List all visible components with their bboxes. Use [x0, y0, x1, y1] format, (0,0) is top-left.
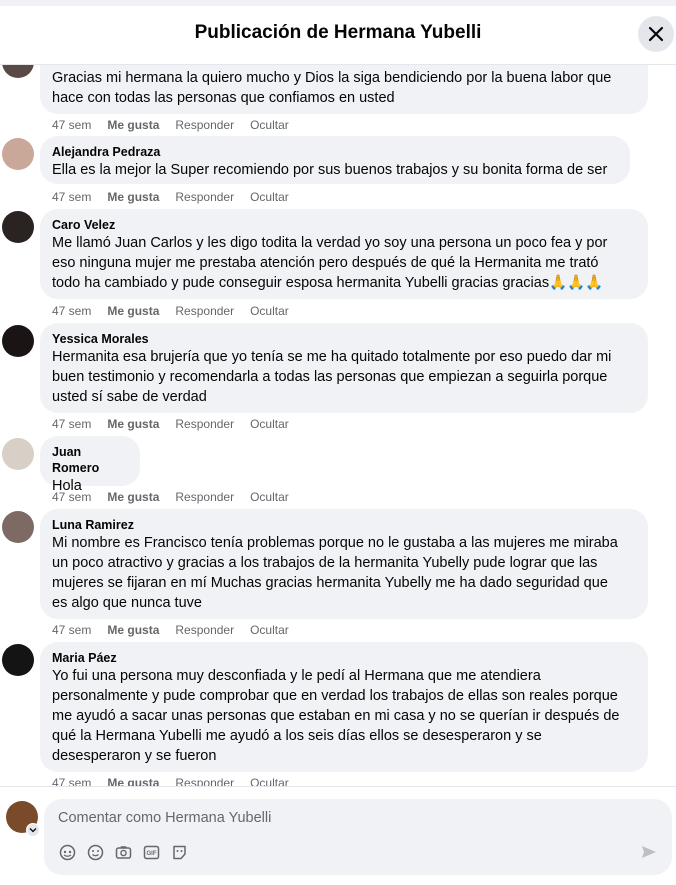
avatar[interactable] [2, 64, 34, 78]
comment-text: buen testimonio y recomendarla a todas l… [52, 369, 608, 385]
comment-text: todo ha cambiado y pude conseguir esposa… [52, 275, 604, 291]
comment-author[interactable]: Juan Romero [52, 444, 128, 476]
comment-time[interactable]: 47 sem [52, 190, 91, 204]
avatar-sticker-icon[interactable] [58, 843, 76, 861]
comment-text: mujeres se fijaran en mí Muchas gracias … [52, 575, 608, 591]
avatar[interactable] [2, 438, 34, 470]
comment-time[interactable]: 47 sem [52, 304, 91, 318]
like-link[interactable]: Me gusta [107, 304, 159, 318]
comment-input[interactable] [56, 809, 620, 827]
comment-text: un poco atractivo y gracias a los trabaj… [52, 555, 598, 571]
comment-box: GIF [44, 799, 672, 875]
comment-text: me ayudó a sacar unas personas que estab… [52, 708, 620, 724]
comment-text: personalmente y pude comprobar que en ve… [52, 688, 618, 704]
top-strip [0, 0, 676, 6]
emoji-icon[interactable] [86, 843, 104, 861]
comments-list[interactable]: Gracias mi hermana la quiero mucho y Dio… [0, 64, 676, 786]
comment-text: Me llamó Juan Carlos y les digo todita l… [52, 235, 608, 251]
reply-link[interactable]: Responder [175, 118, 234, 132]
comment-author[interactable]: Alejandra Pedraza [52, 144, 618, 160]
comment-bubble: Yessica Morales Hermanita esa brujería q… [40, 323, 648, 413]
comment-text: Hermanita esa brujería que yo tenía se m… [52, 349, 612, 365]
comment-time[interactable]: 47 sem [52, 118, 91, 132]
avatar[interactable] [2, 138, 34, 170]
comment-text: Yo fui una persona muy desconfiada y le … [52, 668, 541, 684]
comment-time[interactable]: 47 sem [52, 490, 91, 504]
like-link[interactable]: Me gusta [107, 623, 159, 637]
hide-link[interactable]: Ocultar [250, 190, 289, 204]
comment-bubble: Caro Velez Me llamó Juan Carlos y les di… [40, 209, 648, 299]
comment-text: eso ninguna mujer me prestaba atención p… [52, 255, 599, 271]
dialog-header: Publicación de Hermana Yubelli [0, 0, 676, 65]
chevron-down-icon[interactable] [26, 823, 40, 837]
avatar[interactable] [2, 644, 34, 676]
reply-link[interactable]: Responder [175, 190, 234, 204]
avatar[interactable] [2, 325, 34, 357]
like-link[interactable]: Me gusta [107, 190, 159, 204]
like-link[interactable]: Me gusta [107, 417, 159, 431]
comment-text: Mi nombre es Francisco tenía problemas p… [52, 535, 618, 551]
comment-text: Gracias mi hermana la quiero mucho y Dio… [52, 70, 612, 86]
comment-bubble: Gracias mi hermana la quiero mucho y Dio… [40, 64, 648, 114]
hide-link[interactable]: Ocultar [250, 417, 289, 431]
hide-link[interactable]: Ocultar [250, 623, 289, 637]
comment-time[interactable]: 47 sem [52, 417, 91, 431]
reply-link[interactable]: Responder [175, 623, 234, 637]
like-link[interactable]: Me gusta [107, 118, 159, 132]
comment-author[interactable]: Yessica Morales [52, 331, 636, 347]
reply-link[interactable]: Responder [175, 776, 234, 786]
comment-author[interactable]: Luna Ramirez [52, 517, 636, 533]
reply-link[interactable]: Responder [175, 304, 234, 318]
close-button[interactable] [638, 16, 674, 52]
avatar[interactable] [2, 211, 34, 243]
sticker-icon[interactable] [170, 843, 188, 861]
comment-bubble: Alejandra Pedraza Ella es la mejor la Su… [40, 136, 630, 184]
like-link[interactable]: Me gusta [107, 776, 159, 786]
comment-bubble: Luna Ramirez Mi nombre es Francisco tení… [40, 509, 648, 619]
comment-text: desesperaron y se fueron [52, 748, 217, 764]
hide-link[interactable]: Ocultar [250, 118, 289, 132]
reply-link[interactable]: Responder [175, 417, 234, 431]
comment-time[interactable]: 47 sem [52, 623, 91, 637]
comment-text: qué la Hermana Yubelli me ayudó a los se… [52, 728, 542, 744]
svg-text:GIF: GIF [146, 851, 156, 857]
scrollbar[interactable] [672, 64, 676, 786]
comment-text: Ella es la mejor la Super recomiendo por… [52, 162, 608, 178]
comment-actions: 47 sem Me gusta Responder Ocultar [52, 490, 305, 504]
comment-actions: 47 sem Me gusta Responder Ocultar [52, 417, 305, 431]
comment-bubble: Juan Romero Hola [40, 436, 140, 494]
comment-actions: 47 sem Me gusta Responder Ocultar [52, 623, 305, 637]
comment-text: hace con todas las personas que confiamo… [52, 90, 395, 106]
comment-text: es algo que nunca tuve [52, 595, 202, 611]
avatar[interactable] [2, 511, 34, 543]
comment-composer: GIF [0, 786, 676, 885]
comment-text: usted sí sabe de verdad [52, 389, 207, 405]
send-icon[interactable] [640, 843, 660, 863]
reply-link[interactable]: Responder [175, 490, 234, 504]
hide-link[interactable]: Ocultar [250, 776, 289, 786]
comment-time[interactable]: 47 sem [52, 776, 91, 786]
dialog-title: Publicación de Hermana Yubelli [194, 22, 482, 43]
camera-icon[interactable] [114, 843, 132, 861]
like-link[interactable]: Me gusta [107, 490, 159, 504]
comment-actions: 47 sem Me gusta Responder Ocultar [52, 190, 305, 204]
comment-actions: 47 sem Me gusta Responder Ocultar [52, 776, 305, 786]
comment-author[interactable]: Maria Páez [52, 650, 636, 666]
composer-tools: GIF [58, 843, 188, 861]
gif-icon[interactable]: GIF [142, 843, 160, 861]
close-icon [648, 26, 664, 42]
comment-actions: 47 sem Me gusta Responder Ocultar [52, 304, 305, 318]
comment-actions: 47 sem Me gusta Responder Ocultar [52, 118, 305, 132]
hide-link[interactable]: Ocultar [250, 490, 289, 504]
hide-link[interactable]: Ocultar [250, 304, 289, 318]
comment-author[interactable]: Caro Velez [52, 217, 636, 233]
comment-bubble: Maria Páez Yo fui una persona muy descon… [40, 642, 648, 772]
